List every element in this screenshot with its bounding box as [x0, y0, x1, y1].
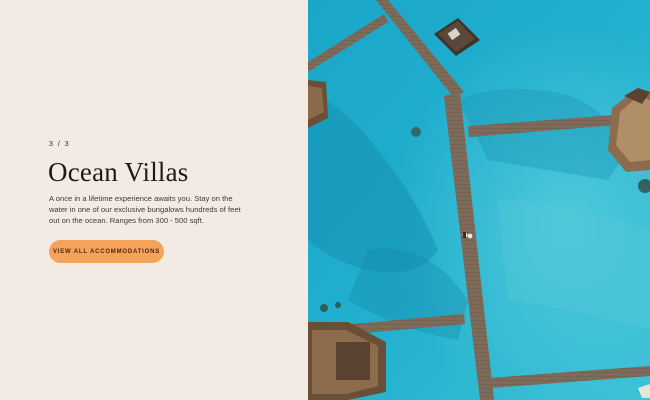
slide-counter: 3 / 3 — [49, 141, 71, 148]
view-all-accommodations-button[interactable]: VIEW ALL ACCOMMODATIONS — [49, 240, 164, 263]
slide-title: Ocean Villas — [48, 157, 189, 187]
slide-description: A once in a lifetime experience awaits y… — [49, 194, 241, 226]
content-panel: 3 / 3 Ocean Villas A once in a lifetime … — [0, 0, 308, 400]
accommodation-slide: 3 / 3 Ocean Villas A once in a lifetime … — [0, 0, 650, 400]
aerial-photo — [308, 0, 650, 400]
overwater-villas-image — [308, 0, 650, 400]
